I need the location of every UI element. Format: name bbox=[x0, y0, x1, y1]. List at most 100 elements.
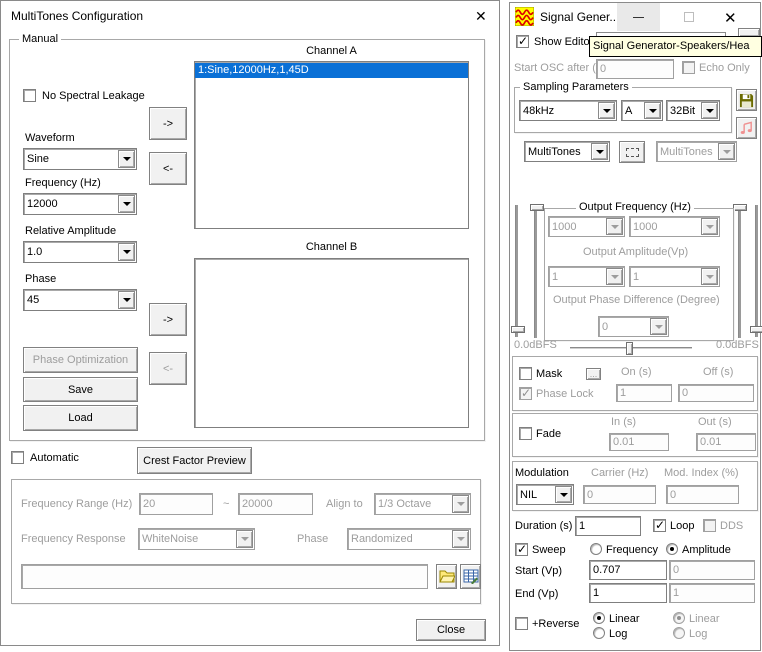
channel-b-listbox[interactable] bbox=[194, 258, 469, 428]
sweep-linear-radio[interactable] bbox=[593, 612, 605, 624]
no-spectral-leakage-checkbox[interactable]: ✓ bbox=[23, 89, 36, 102]
output-frequency-b-value: 1000 bbox=[633, 221, 657, 233]
sweep-linear2-radio bbox=[673, 612, 685, 624]
sweep-end-field[interactable]: 1 bbox=[589, 583, 667, 603]
mask-off-field: 0 bbox=[678, 384, 754, 402]
chevron-down-icon[interactable] bbox=[118, 243, 135, 261]
list-item[interactable]: 1:Sine,12000Hz,1,45D bbox=[195, 63, 468, 78]
waveform-select[interactable]: Sine bbox=[23, 148, 137, 170]
sweep-frequency-label: Frequency bbox=[606, 544, 658, 557]
sweep-checkbox[interactable]: ✓ bbox=[515, 543, 528, 556]
sweep-start-field[interactable]: 0.707 bbox=[589, 560, 667, 580]
sweep-log2-radio bbox=[673, 627, 685, 639]
chevron-down-icon[interactable] bbox=[701, 102, 718, 119]
chevron-down-icon[interactable] bbox=[118, 195, 135, 213]
phase-select[interactable]: 45 bbox=[23, 289, 137, 311]
chevron-down-icon[interactable] bbox=[598, 102, 615, 119]
mask-checkbox[interactable]: ✓ bbox=[519, 367, 532, 380]
minimize-button[interactable] bbox=[617, 3, 660, 31]
spreadsheet-button[interactable] bbox=[460, 564, 481, 589]
output-amplitude-a-select: 1 bbox=[548, 266, 625, 287]
amplitude-slider-b-outer[interactable] bbox=[756, 205, 758, 337]
file-path-field bbox=[21, 564, 428, 589]
chevron-down-icon bbox=[606, 218, 623, 235]
sweep-amplitude-radio[interactable] bbox=[666, 543, 678, 555]
phase-optimization-button: Phase Optimization bbox=[23, 347, 138, 373]
add-to-channel-b-button[interactable]: -> bbox=[149, 303, 187, 336]
tone-preview-button[interactable] bbox=[736, 117, 757, 139]
slider-thumb[interactable] bbox=[626, 342, 633, 355]
maximize-icon[interactable] bbox=[684, 12, 694, 22]
sweep-frequency-radio[interactable] bbox=[590, 543, 602, 555]
chevron-down-icon bbox=[718, 143, 735, 160]
slider-thumb[interactable] bbox=[733, 204, 747, 211]
crest-factor-preview-button[interactable]: Crest Factor Preview bbox=[137, 447, 252, 474]
music-note-icon bbox=[739, 121, 754, 136]
start-osc-label: Start OSC after (s) bbox=[514, 62, 605, 75]
sweep-start-label: Start (Vp) bbox=[515, 565, 562, 578]
show-editor-label: Show Edito bbox=[534, 36, 590, 49]
sampling-bits-select[interactable]: 32Bit bbox=[666, 100, 720, 121]
chevron-down-icon bbox=[236, 530, 253, 548]
duration-field[interactable]: 1 bbox=[575, 516, 641, 536]
channel-b-label: Channel B bbox=[194, 241, 469, 254]
phase-lock-label: Phase Lock bbox=[536, 388, 593, 401]
save-settings-button[interactable] bbox=[736, 89, 757, 111]
sweep-end-label: End (Vp) bbox=[515, 588, 558, 601]
chevron-down-icon[interactable] bbox=[591, 143, 608, 160]
slider-thumb[interactable] bbox=[750, 326, 762, 333]
close-button[interactable]: Close bbox=[416, 619, 486, 641]
chevron-down-icon[interactable] bbox=[555, 486, 572, 503]
mask-off-label: Off (s) bbox=[703, 366, 733, 379]
modulation-type-select[interactable]: NIL bbox=[516, 484, 574, 505]
phase-label: Phase bbox=[25, 273, 56, 286]
modulation-label: Modulation bbox=[515, 467, 569, 480]
chevron-down-icon bbox=[452, 495, 469, 513]
frequency-select[interactable]: 12000 bbox=[23, 193, 137, 215]
open-file-button[interactable] bbox=[436, 564, 457, 589]
output-frequency-b-select: 1000 bbox=[629, 216, 720, 237]
chevron-down-icon[interactable] bbox=[644, 102, 661, 119]
amplitude-slider-b-inner[interactable] bbox=[739, 204, 741, 338]
relative-amplitude-value: 1.0 bbox=[27, 246, 42, 258]
multitones-editor-button[interactable] bbox=[619, 141, 645, 163]
mask-on-field: 1 bbox=[616, 384, 672, 402]
title-bar[interactable]: MultiTones Configuration ✕ bbox=[1, 1, 499, 31]
chevron-down-icon[interactable] bbox=[118, 150, 135, 168]
title-bar[interactable]: Signal Gener... ✕ bbox=[510, 3, 760, 31]
loop-checkbox[interactable]: ✓ bbox=[653, 519, 666, 532]
automatic-label: Automatic bbox=[30, 452, 79, 465]
grid-table-icon bbox=[463, 569, 479, 584]
close-icon[interactable]: ✕ bbox=[475, 8, 487, 25]
sweep-start-field-2: 0 bbox=[669, 560, 755, 580]
reverse-checkbox[interactable]: ✓ bbox=[515, 617, 528, 630]
slider-thumb[interactable] bbox=[511, 326, 525, 333]
frequency-response-select: WhiteNoise bbox=[138, 528, 255, 550]
sampling-rate-select[interactable]: 48kHz bbox=[519, 100, 617, 121]
sampling-channel-select[interactable]: A bbox=[621, 100, 663, 121]
save-button[interactable]: Save bbox=[23, 377, 138, 402]
show-editor-checkbox[interactable]: ✓ bbox=[516, 35, 529, 48]
relative-amplitude-select[interactable]: 1.0 bbox=[23, 241, 137, 263]
amplitude-slider-a-inner[interactable] bbox=[535, 204, 537, 338]
dbfs-left-label: 0.0dBFS bbox=[514, 339, 557, 352]
sampling-rate-value: 48kHz bbox=[523, 105, 554, 117]
channel-a-label: Channel A bbox=[194, 45, 469, 58]
slider-thumb[interactable] bbox=[530, 204, 544, 211]
sweep-log-radio[interactable] bbox=[593, 627, 605, 639]
close-icon[interactable]: ✕ bbox=[724, 9, 737, 27]
relative-amplitude-label: Relative Amplitude bbox=[25, 225, 116, 238]
window-title: MultiTones Configuration bbox=[11, 9, 143, 23]
channel-a-listbox[interactable]: 1:Sine,12000Hz,1,45D bbox=[194, 61, 469, 229]
amplitude-slider-a-outer[interactable] bbox=[516, 205, 518, 337]
load-button[interactable]: Load bbox=[23, 405, 138, 431]
automatic-checkbox[interactable]: ✓ bbox=[11, 451, 24, 464]
mask-label: Mask bbox=[536, 368, 562, 381]
sweep-amplitude-label: Amplitude bbox=[682, 544, 731, 557]
add-to-channel-a-button[interactable]: -> bbox=[149, 107, 187, 140]
fade-checkbox[interactable]: ✓ bbox=[519, 427, 532, 440]
output-amplitude-b-value: 1 bbox=[633, 271, 639, 283]
waveform-type-a-select[interactable]: MultiTones bbox=[524, 141, 610, 162]
remove-from-channel-a-button[interactable]: <- bbox=[149, 152, 187, 185]
chevron-down-icon[interactable] bbox=[118, 291, 135, 309]
